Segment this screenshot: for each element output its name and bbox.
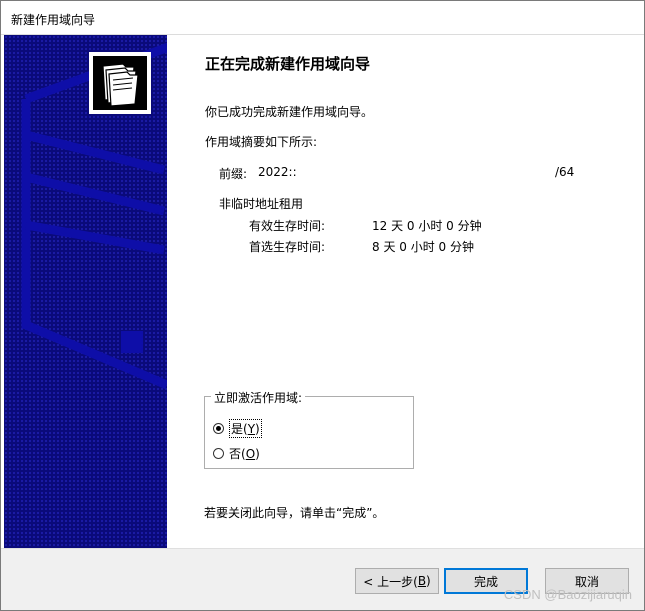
button-bar: < 上一步(B) 完成 取消 CSDN @Baozijiaruqin (1, 548, 644, 610)
summary-intro: 作用域摘要如下所示: (205, 135, 318, 149)
wizard-window: 新建作用域向导 正在完成新建作用域向导 你已成功完成新建作用域向导。 作用域摘要… (0, 0, 645, 611)
back-button[interactable]: < 上一步(B) (355, 568, 439, 594)
success-text: 你已成功完成新建作用域向导。 (205, 105, 374, 119)
window-title: 新建作用域向导 (11, 13, 96, 27)
preferred-lifetime-value: 8 天 0 小时 0 分钟 (372, 240, 474, 254)
radio-no-label: 否(O) (229, 447, 260, 461)
wizard-content: 正在完成新建作用域向导 你已成功完成新建作用域向导。 作用域摘要如下所示: 前缀… (167, 35, 643, 548)
lease-section-label: 非临时地址租用 (219, 197, 304, 211)
title-bar: 新建作用域向导 (1, 1, 644, 35)
preferred-lifetime-label: 首选生存时间: (249, 240, 326, 254)
folder-stack-icon (93, 56, 147, 110)
prefix-value: 2022:: (258, 165, 297, 179)
wizard-logo (89, 52, 151, 114)
radio-yes-label: 是(Y) (229, 419, 262, 438)
activate-yes-option[interactable]: 是(Y) (213, 419, 262, 438)
valid-lifetime-value: 12 天 0 小时 0 分钟 (372, 219, 482, 233)
radio-yes[interactable] (213, 423, 224, 434)
page-title: 正在完成新建作用域向导 (205, 55, 371, 73)
prefix-length: /64 (555, 165, 575, 179)
activate-scope-group: 立即激活作用域: 是(Y) 否(O) (204, 389, 414, 469)
watermark-text: CSDN @Baozijiaruqin (503, 587, 632, 602)
valid-lifetime-label: 有效生存时间: (249, 219, 326, 233)
activate-scope-legend: 立即激活作用域: (211, 389, 306, 406)
activate-no-option[interactable]: 否(O) (213, 445, 260, 462)
prefix-label: 前缀: (219, 167, 248, 181)
radio-no[interactable] (213, 448, 224, 459)
closing-instruction: 若要关闭此向导，请单击“完成”。 (204, 506, 385, 520)
